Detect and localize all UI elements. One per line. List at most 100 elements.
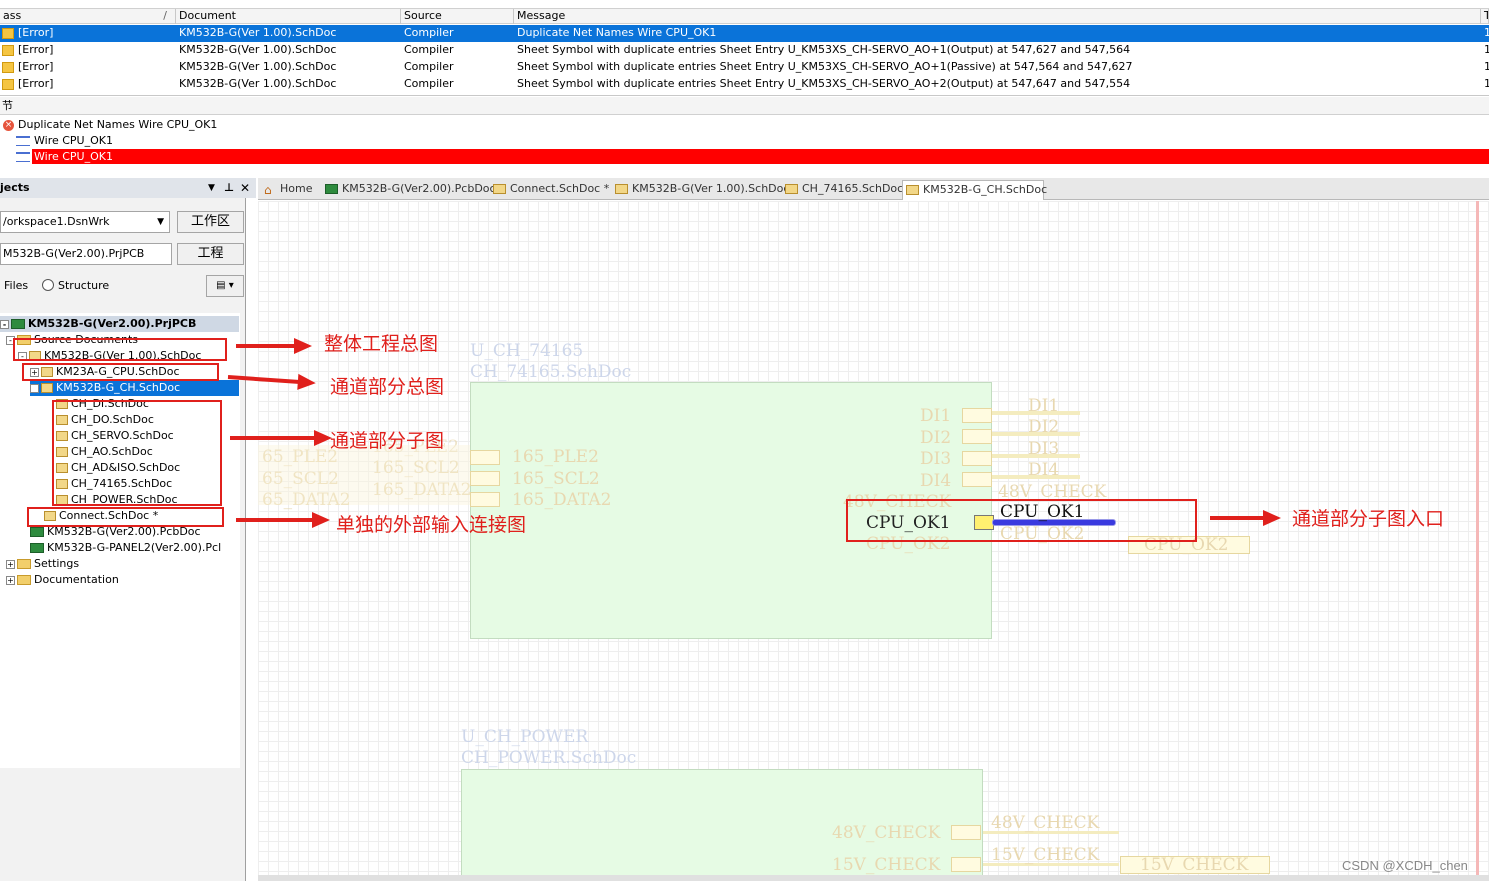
projects-panel-title: jects ▼ ⊥ ✕ — [0, 178, 256, 198]
workspace-select[interactable]: /orkspace1.DsnWrk ▼ — [0, 211, 170, 233]
message-row[interactable]: [Error] KM532B-G(Ver 1.00).SchDoc Compil… — [0, 59, 1489, 76]
sheet2-filename: CH_POWER.SchDoc — [461, 748, 637, 768]
folder-icon — [17, 575, 31, 585]
close-icon[interactable]: ✕ — [240, 178, 250, 198]
details-error-row[interactable]: × Duplicate Net Names Wire CPU_OK1 — [0, 117, 400, 133]
col-message[interactable]: Message — [514, 9, 1481, 24]
sheet-entry-port[interactable] — [470, 450, 500, 465]
col-source[interactable]: Source — [401, 9, 514, 24]
messages-header: ass/ Document Source Message T — [0, 8, 1489, 24]
radio-circle — [42, 279, 54, 291]
sheet-entry-port[interactable] — [962, 451, 992, 466]
pcbdoc-icon — [325, 184, 338, 194]
sheet-entry-label: DI3 — [920, 449, 952, 469]
document-tabs: ⌂ Home KM532B-G(Ver2.00).PcbDoc Connect.S… — [258, 178, 1489, 200]
schdoc-icon — [785, 184, 798, 194]
col-t[interactable]: T — [1481, 9, 1489, 24]
project-options-button[interactable]: ▤ ▾ — [206, 275, 244, 297]
schdoc-icon — [493, 184, 506, 194]
net-label: DI2 — [1028, 417, 1060, 437]
tree-item-settings[interactable]: + Settings — [6, 556, 79, 572]
annotation-arrow — [1210, 510, 1281, 526]
net-label: DI4 — [1028, 460, 1060, 480]
sheet-entry-label: DI1 — [920, 406, 952, 426]
wire-icon — [16, 152, 30, 162]
pcb-project-icon — [11, 319, 25, 329]
wire-icon — [16, 136, 30, 146]
annotation-entry: 通道部分子图入口 — [1292, 508, 1445, 530]
panel-menu-icon[interactable]: ▼ — [208, 178, 215, 198]
tab-pcbdoc[interactable]: KM532B-G(Ver2.00).PcbDoc — [322, 180, 496, 200]
projects-panel: jects ▼ ⊥ ✕ /orkspace1.DsnWrk ▼ 工作区 M532… — [0, 178, 256, 881]
tab-main-sch[interactable]: KM532B-G(Ver 1.00).SchDoc — [612, 180, 789, 200]
pin-icon[interactable]: ⊥ — [224, 178, 234, 198]
tree-item-documentation[interactable]: + Documentation — [6, 572, 119, 588]
tab-ch74165[interactable]: CH_74165.SchDoc — [782, 180, 903, 200]
sheet-entry-port[interactable] — [951, 857, 981, 872]
project-field[interactable]: M532B-G(Ver2.00).PrjPCB — [0, 243, 172, 265]
annotation-box — [27, 507, 224, 527]
annotation-box — [13, 338, 227, 361]
details-wire-row-selected[interactable]: Wire CPU_OK1 — [0, 149, 1489, 165]
project-tree: - KM532B-G(Ver2.00).PrjPCB - Source Docume… — [0, 313, 240, 768]
chevron-down-icon: ▼ — [157, 217, 164, 227]
schdoc-icon — [615, 184, 628, 194]
message-row[interactable]: [Error] KM532B-G(Ver 1.00).SchDoc Compil… — [0, 25, 1489, 42]
sheet-entry-port[interactable] — [962, 429, 992, 444]
error-icon — [2, 79, 14, 90]
row-highlight — [32, 149, 1489, 164]
sheet-entry-port[interactable] — [470, 492, 500, 507]
sheet-entry-label: 165_PLE2 — [512, 447, 599, 467]
net-label: 15V_CHECK — [991, 845, 1100, 865]
sheet-entry-port[interactable] — [962, 472, 992, 487]
annotation-overall: 整体工程总图 — [324, 333, 439, 355]
sheet-entry-label: 48V_CHECK — [832, 823, 941, 843]
sheet-border — [1476, 201, 1479, 881]
message-row[interactable]: [Error] KM532B-G(Ver 1.00).SchDoc Compil… — [0, 42, 1489, 59]
annotation-arrow — [236, 512, 330, 528]
project-button[interactable]: 工程 — [177, 243, 244, 265]
pcbdoc-icon — [30, 527, 44, 537]
horizontal-scrollbar[interactable] — [258, 875, 1489, 881]
tree-item-pcb2[interactable]: KM532B-G-PANEL2(Ver2.00).Pcl — [30, 540, 221, 556]
sheet1-designator: U_CH_74165 — [470, 341, 584, 361]
sheet-entry-label: DI4 — [920, 471, 952, 491]
sheet-entry-label: 165_DATA2 — [512, 490, 612, 510]
message-row[interactable]: [Error] KM532B-G(Ver 1.00).SchDoc Compil… — [0, 76, 1489, 93]
port-label: 15V_CHECK — [1140, 855, 1249, 875]
error-icon — [2, 28, 14, 39]
workspace-button[interactable]: 工作区 — [177, 211, 244, 233]
structure-radio[interactable]: Structure — [42, 279, 109, 292]
sheet-entry-port[interactable] — [962, 408, 992, 423]
annotation-external: 单独的外部输入连接图 — [336, 514, 527, 536]
annotation-box — [846, 499, 1197, 542]
sheet-entry-port[interactable] — [470, 471, 500, 486]
net-label: DI3 — [1028, 439, 1060, 459]
details-header: 节 — [0, 97, 1489, 115]
schdoc-icon — [41, 383, 53, 393]
col-document[interactable]: Document — [176, 9, 401, 24]
error-icon — [2, 62, 14, 73]
annotation-arrow — [236, 338, 312, 354]
sheet2-designator: U_CH_POWER — [461, 727, 589, 747]
net-label: 48V_CHECK — [991, 813, 1100, 833]
tab-connect[interactable]: Connect.SchDoc * — [490, 180, 609, 200]
error-icon — [2, 45, 14, 56]
col-class[interactable]: ass / — [0, 9, 176, 24]
details-wire-row[interactable]: Wire CPU_OK1 — [0, 133, 400, 149]
error-x-icon: × — [3, 120, 14, 131]
tree-item-project[interactable]: - KM532B-G(Ver2.00).PrjPCB — [0, 316, 239, 332]
sheet-entry-port[interactable] — [951, 825, 981, 840]
pcbdoc-icon — [30, 543, 44, 553]
sheet1-filename: CH_74165.SchDoc — [470, 362, 632, 382]
left-port-area — [258, 445, 470, 505]
sheet-entry-label: DI2 — [920, 428, 952, 448]
folder-icon — [17, 559, 31, 569]
tree-item-ch-sch[interactable]: - KM532B-G_CH.SchDoc — [30, 380, 239, 396]
net-label: DI1 — [1028, 396, 1060, 416]
files-radio[interactable]: Files — [4, 279, 28, 292]
annotation-box — [52, 400, 222, 506]
annotation-box — [22, 363, 219, 381]
tab-ch-sch[interactable]: KM532B-G_CH.SchDoc — [902, 180, 1047, 200]
tab-home[interactable]: ⌂ Home — [260, 180, 320, 200]
